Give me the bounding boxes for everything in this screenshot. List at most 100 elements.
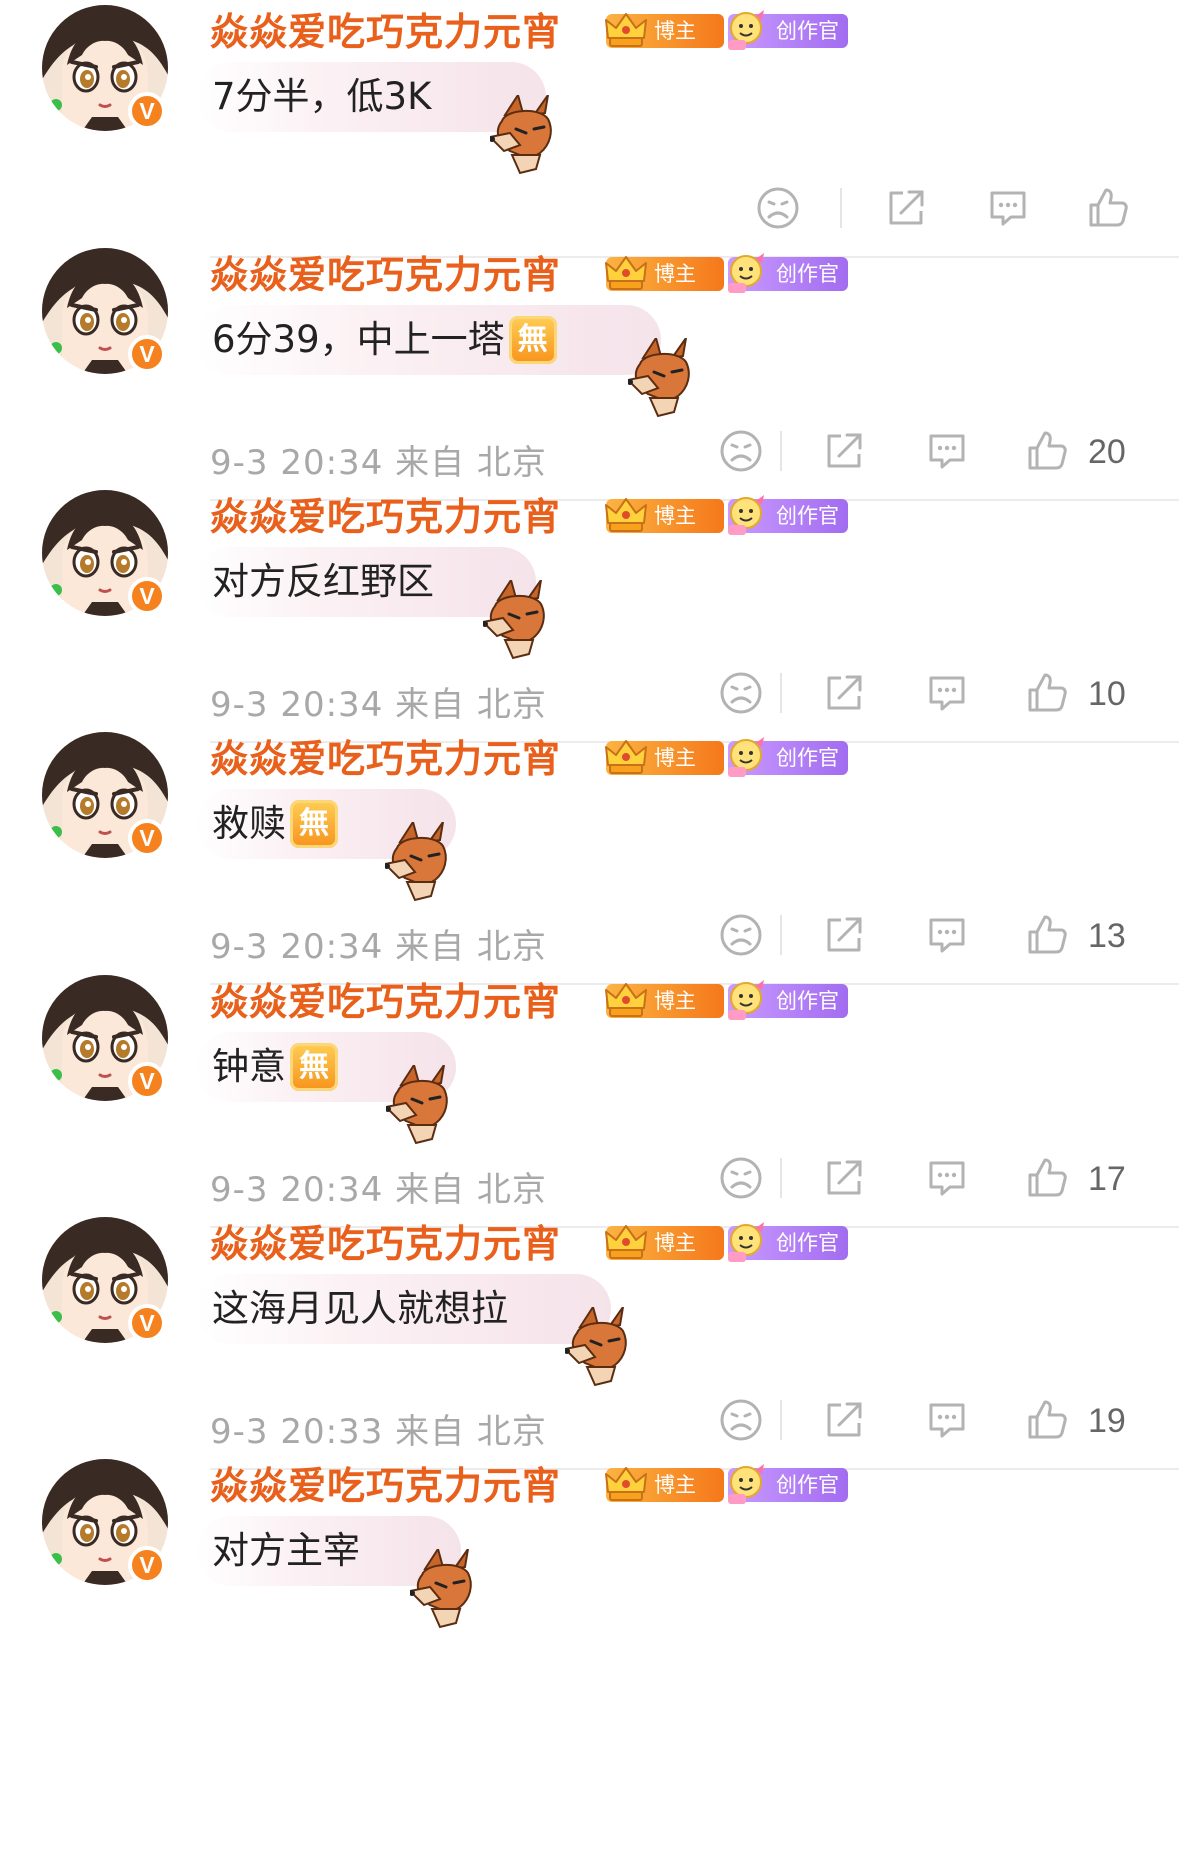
comment-icon[interactable] xyxy=(924,912,970,958)
fox-icon xyxy=(480,577,553,660)
sad-face-icon[interactable] xyxy=(755,185,801,231)
comment-text-body: 6分39，中上一塔 xyxy=(212,318,505,361)
comment-text-body: 救赎 xyxy=(212,802,286,845)
creator-mascot-icon xyxy=(724,1220,772,1264)
action-divider xyxy=(780,1400,782,1440)
action-divider xyxy=(780,915,782,955)
blogger-badge[interactable]: 博主 xyxy=(605,13,724,48)
creator-mascot-icon xyxy=(724,493,772,537)
share-icon[interactable] xyxy=(821,428,867,474)
like-count[interactable]: 20 xyxy=(1088,433,1126,472)
creator-badge[interactable]: 创作官 xyxy=(728,495,848,535)
fox-icon xyxy=(487,92,560,175)
share-icon[interactable] xyxy=(821,912,867,958)
blogger-badge[interactable]: 博主 xyxy=(605,256,724,291)
badge-label: 创作官 xyxy=(776,262,839,286)
verified-badge-icon: V xyxy=(128,577,166,615)
comment-text: 救赎無 xyxy=(212,797,338,851)
crown-icon xyxy=(602,251,650,295)
comment-icon[interactable] xyxy=(924,428,970,474)
badge-label: 博主 xyxy=(654,19,696,43)
sad-face-icon[interactable] xyxy=(718,670,764,716)
badge-label: 创作官 xyxy=(776,746,839,770)
username-link[interactable]: 焱焱爱吃巧克力元宵 xyxy=(210,737,561,781)
crown-icon xyxy=(602,978,650,1022)
like-count[interactable]: 13 xyxy=(1088,917,1126,956)
blogger-badge[interactable]: 博主 xyxy=(605,1467,724,1502)
badge-label: 创作官 xyxy=(776,504,839,528)
sad-face-icon[interactable] xyxy=(718,1155,764,1201)
creator-mascot-icon xyxy=(724,8,772,52)
comment-meta: 9-3 20:34 来自 北京 xyxy=(210,927,547,967)
creator-badge[interactable]: 创作官 xyxy=(728,1464,848,1504)
fox-icon xyxy=(625,335,698,418)
like-count[interactable]: 10 xyxy=(1088,675,1126,714)
comment-icon[interactable] xyxy=(924,670,970,716)
blogger-badge[interactable]: 博主 xyxy=(605,498,724,533)
fox-icon xyxy=(407,1546,480,1629)
fox-icon xyxy=(382,819,455,902)
verified-badge-icon: V xyxy=(128,1062,166,1100)
comment-meta: 9-3 20:33 来自 北京 xyxy=(210,1412,547,1452)
share-icon[interactable] xyxy=(883,185,929,231)
like-count[interactable]: 19 xyxy=(1088,1402,1126,1441)
like-count[interactable]: 17 xyxy=(1088,1160,1126,1199)
creator-mascot-icon xyxy=(724,735,772,779)
creator-mascot-icon xyxy=(724,251,772,295)
thumbs-up-icon[interactable] xyxy=(1024,1155,1070,1201)
sad-face-icon[interactable] xyxy=(718,1397,764,1443)
thumbs-up-icon[interactable] xyxy=(1024,670,1070,716)
creator-badge[interactable]: 创作官 xyxy=(728,253,848,293)
action-divider xyxy=(780,1158,782,1198)
badge-label: 博主 xyxy=(654,989,696,1013)
badge-label: 博主 xyxy=(654,504,696,528)
blogger-badge[interactable]: 博主 xyxy=(605,740,724,775)
comment-text-body: 对方主宰 xyxy=(212,1529,360,1572)
thumbs-up-icon[interactable] xyxy=(1024,912,1070,958)
creator-badge[interactable]: 创作官 xyxy=(728,980,848,1020)
creator-badge[interactable]: 创作官 xyxy=(728,1222,848,1262)
thumbs-up-icon[interactable] xyxy=(1024,428,1070,474)
creator-badge[interactable]: 创作官 xyxy=(728,10,848,50)
username-link[interactable]: 焱焱爱吃巧克力元宵 xyxy=(210,10,561,54)
verified-badge-icon: V xyxy=(128,1546,166,1584)
comment-text: 对方反红野区 xyxy=(212,555,434,609)
comment-text-body: 对方反红野区 xyxy=(212,560,434,603)
comment-icon[interactable] xyxy=(924,1155,970,1201)
username-link[interactable]: 焱焱爱吃巧克力元宵 xyxy=(210,1222,561,1266)
creator-badge[interactable]: 创作官 xyxy=(728,737,848,777)
comment-meta: 9-3 20:34 来自 北京 xyxy=(210,685,547,725)
wu-emoji-icon: 無 xyxy=(290,800,338,848)
comment-text: 这海月见人就想拉 xyxy=(212,1282,508,1336)
sad-face-icon[interactable] xyxy=(718,912,764,958)
username-link[interactable]: 焱焱爱吃巧克力元宵 xyxy=(210,1464,561,1508)
creator-mascot-icon xyxy=(724,978,772,1022)
badge-label: 博主 xyxy=(654,1473,696,1497)
comment-item: V 焱焱爱吃巧克力元宵 博主 创作官对方主宰 xyxy=(0,1454,1179,1740)
creator-mascot-icon xyxy=(724,1462,772,1506)
comment-text-body: 这海月见人就想拉 xyxy=(212,1287,508,1330)
verified-badge-icon: V xyxy=(128,92,166,130)
wu-emoji-icon: 無 xyxy=(508,316,557,364)
username-link[interactable]: 焱焱爱吃巧克力元宵 xyxy=(210,495,561,539)
username-link[interactable]: 焱焱爱吃巧克力元宵 xyxy=(210,253,561,297)
blogger-badge[interactable]: 博主 xyxy=(605,983,724,1018)
share-icon[interactable] xyxy=(821,670,867,716)
comment-icon[interactable] xyxy=(924,1397,970,1443)
comment-text: 6分39，中上一塔無 xyxy=(212,313,557,367)
badge-label: 创作官 xyxy=(776,989,839,1013)
comment-meta: 9-3 20:34 来自 北京 xyxy=(210,1170,547,1210)
badge-label: 博主 xyxy=(654,262,696,286)
verified-badge-icon: V xyxy=(128,1304,166,1342)
username-link[interactable]: 焱焱爱吃巧克力元宵 xyxy=(210,980,561,1024)
comment-text-body: 钟意 xyxy=(212,1045,286,1088)
verified-badge-icon: V xyxy=(128,819,166,857)
thumbs-up-icon[interactable] xyxy=(1024,1397,1070,1443)
sad-face-icon[interactable] xyxy=(718,428,764,474)
share-icon[interactable] xyxy=(821,1397,867,1443)
thumbs-up-icon[interactable] xyxy=(1085,185,1131,231)
blogger-badge[interactable]: 博主 xyxy=(605,1225,724,1260)
share-icon[interactable] xyxy=(821,1155,867,1201)
crown-icon xyxy=(602,8,650,52)
comment-icon[interactable] xyxy=(985,185,1031,231)
